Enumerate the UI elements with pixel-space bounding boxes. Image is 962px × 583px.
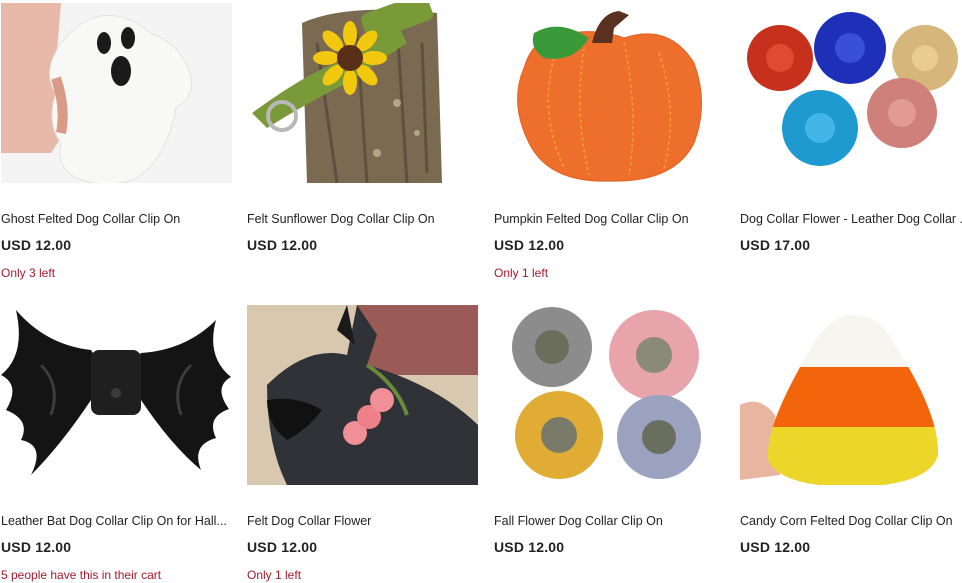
product-price: USD 12.00: [1, 539, 72, 555]
product-price: USD 12.00: [247, 539, 318, 555]
product-price: USD 12.00: [494, 539, 565, 555]
leather-flowers-image[interactable]: [740, 3, 962, 183]
product-title[interactable]: Felt Sunflower Dog Collar Clip On: [247, 212, 478, 226]
candy-corn-image[interactable]: [740, 305, 962, 485]
product-price: USD 17.00: [740, 237, 811, 253]
product-title[interactable]: Pumpkin Felted Dog Collar Clip On: [494, 212, 725, 226]
product-price: USD 12.00: [1, 237, 72, 253]
product-title[interactable]: Leather Bat Dog Collar Clip On for Hall.…: [1, 514, 232, 528]
bat-image[interactable]: [1, 305, 232, 485]
product-price: USD 12.00: [247, 237, 318, 253]
product-title[interactable]: Felt Dog Collar Flower: [247, 514, 478, 528]
stock-notice: Only 1 left: [247, 568, 302, 582]
dog-flower-image[interactable]: [247, 305, 478, 485]
stock-notice: Only 3 left: [1, 266, 56, 280]
fall-flowers-image[interactable]: [494, 305, 725, 485]
product-price: USD 12.00: [740, 539, 811, 555]
ghost-image[interactable]: [1, 3, 232, 183]
product-title[interactable]: Ghost Felted Dog Collar Clip On: [1, 212, 232, 226]
product-title[interactable]: Candy Corn Felted Dog Collar Clip On: [740, 514, 962, 528]
stock-notice: 5 people have this in their cart: [1, 568, 162, 582]
sunflower-collar-image[interactable]: [247, 3, 478, 183]
stock-notice: Only 1 left: [494, 266, 549, 280]
product-title[interactable]: Fall Flower Dog Collar Clip On: [494, 514, 725, 528]
pumpkin-image[interactable]: [494, 3, 725, 183]
product-title[interactable]: Dog Collar Flower - Leather Dog Collar .…: [740, 212, 962, 226]
product-price: USD 12.00: [494, 237, 565, 253]
